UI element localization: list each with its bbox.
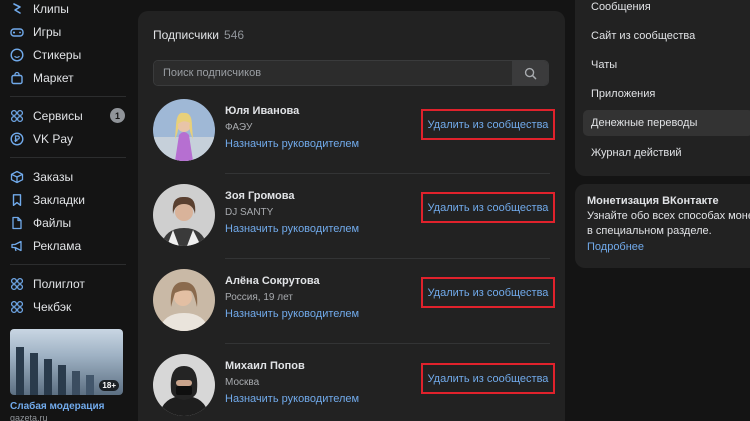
row-divider xyxy=(225,258,550,259)
sidebar-item-ads[interactable]: Реклама xyxy=(0,234,128,257)
subscriber-name[interactable]: Алёна Сокрутова xyxy=(225,275,320,287)
assign-manager-link[interactable]: Назначить руководителем xyxy=(225,393,359,405)
menu-item-community-site[interactable]: Сайт из сообщества xyxy=(583,23,750,49)
sidebar-item-label: Заказы xyxy=(33,169,74,184)
subscriber-subtitle: Москва xyxy=(225,377,260,388)
subscriber-subtitle: Россия, 19 лет xyxy=(225,292,293,303)
subscriber-row: Михаил Попов Москва Назначить руководите… xyxy=(153,354,555,421)
sidebar-item-vkpay[interactable]: VK Pay xyxy=(0,127,128,150)
subscriber-name[interactable]: Михаил Попов xyxy=(225,360,305,372)
sidebar-item-games[interactable]: Игры xyxy=(0,20,128,43)
sidebar-item-orders[interactable]: Заказы xyxy=(0,165,128,188)
remove-from-community-button[interactable]: Удалить из сообщества xyxy=(421,109,555,140)
avatar[interactable] xyxy=(153,269,215,331)
sidebar-divider xyxy=(10,96,126,97)
avatar[interactable] xyxy=(153,354,215,416)
sidebar-item-market[interactable]: Маркет xyxy=(0,66,128,89)
page-title: Подписчики xyxy=(153,28,220,42)
search-bar xyxy=(153,60,549,86)
promo-news-card[interactable]: 18+ Слабая модерация gazeta.ru xyxy=(10,329,123,421)
sidebar-item-files[interactable]: Файлы xyxy=(0,211,128,234)
bookmark-icon xyxy=(10,193,24,207)
search-button[interactable] xyxy=(512,61,548,85)
menu-item-messages[interactable]: Сообщения xyxy=(583,0,750,20)
monetization-info-card: Монетизация ВКонтакте Узнайте обо всех с… xyxy=(575,184,750,268)
row-divider xyxy=(225,173,550,174)
age-rating-badge: 18+ xyxy=(99,380,119,391)
monetization-text-line: Узнайте обо всех способах монет xyxy=(587,210,750,222)
subscribers-heading: Подписчики 546 xyxy=(153,28,244,42)
clips-icon xyxy=(10,2,24,16)
subscriber-row: Юля Иванова ФАЭУ Назначить руководителем… xyxy=(153,99,555,184)
gamepad-icon xyxy=(10,25,24,39)
avatar[interactable] xyxy=(153,99,215,161)
sidebar-item-bookmarks[interactable]: Закладки xyxy=(0,188,128,211)
sidebar-item-label: Файлы xyxy=(33,215,72,230)
menu-item-money-transfers[interactable]: Денежные переводы xyxy=(583,110,750,136)
sidebar-item-label: Реклама xyxy=(33,238,82,253)
monetization-text-line: в специальном разделе. xyxy=(587,225,712,237)
promo-image-server-room[interactable]: 18+ xyxy=(10,329,123,395)
subscriber-row: Зоя Громова DJ SANTY Назначить руководит… xyxy=(153,184,555,269)
sidebar-item-checkback[interactable]: Чекбэк xyxy=(0,295,128,318)
subscriber-subtitle: DJ SANTY xyxy=(225,207,274,218)
sidebar-item-label: VK Pay xyxy=(33,131,74,146)
menu-item-action-log[interactable]: Журнал действий xyxy=(583,140,750,166)
subscriber-name[interactable]: Зоя Громова xyxy=(225,190,295,202)
subscriber-subtitle: ФАЭУ xyxy=(225,122,253,133)
sidebar-item-stickers[interactable]: Стикеры xyxy=(0,43,128,66)
services-grid-icon xyxy=(10,109,24,123)
app-grid-icon xyxy=(10,277,24,291)
remove-from-community-button[interactable]: Удалить из сообщества xyxy=(421,192,555,223)
row-divider xyxy=(225,343,550,344)
assign-manager-link[interactable]: Назначить руководителем xyxy=(225,223,359,235)
sidebar-item-label: Чекбэк xyxy=(33,299,72,314)
community-settings-menu: Сообщения Сайт из сообщества Чаты Прилож… xyxy=(575,0,750,176)
left-sidebar: Клипы Игры Стикеры Маркет Сервисы 1 VK P… xyxy=(0,0,128,421)
box-icon xyxy=(10,170,24,184)
remove-from-community-button[interactable]: Удалить из сообщества xyxy=(421,363,555,394)
app-grid-icon xyxy=(10,300,24,314)
sidebar-item-services[interactable]: Сервисы 1 xyxy=(0,104,128,127)
search-icon xyxy=(524,67,537,79)
remove-from-community-button[interactable]: Удалить из сообщества xyxy=(421,277,555,308)
subscribers-count: 546 xyxy=(224,28,245,42)
subscriber-name[interactable]: Юля Иванова xyxy=(225,105,299,117)
avatar[interactable] xyxy=(153,184,215,246)
sidebar-item-label: Игры xyxy=(33,24,62,39)
sidebar-divider xyxy=(10,264,126,265)
promo-title[interactable]: Слабая модерация xyxy=(10,401,123,412)
file-icon xyxy=(10,216,24,230)
sticker-icon xyxy=(10,47,24,62)
sidebar-item-label: Закладки xyxy=(33,192,85,207)
search-input[interactable] xyxy=(154,61,512,85)
sidebar-item-label: Полиглот xyxy=(33,276,85,291)
menu-item-apps[interactable]: Приложения xyxy=(583,81,750,107)
sidebar-item-label: Сервисы xyxy=(33,108,83,123)
promo-source: gazeta.ru xyxy=(10,413,48,421)
market-bag-icon xyxy=(10,71,24,85)
subscriber-row: Алёна Сокрутова Россия, 19 лет Назначить… xyxy=(153,269,555,354)
sidebar-divider xyxy=(10,157,126,158)
subscribers-card: Подписчики 546 Юля Иванова ФАЭУ Назначить… xyxy=(138,11,565,421)
monetization-title: Монетизация ВКонтакте xyxy=(587,195,719,207)
sidebar-item-polyglot[interactable]: Полиглот xyxy=(0,272,128,295)
more-details-link[interactable]: Подробнее xyxy=(587,241,750,253)
sidebar-item-label: Стикеры xyxy=(33,47,82,62)
sidebar-item-clips[interactable]: Клипы xyxy=(0,0,128,20)
megaphone-icon xyxy=(10,239,24,253)
sidebar-item-label: Клипы xyxy=(33,1,69,16)
notification-badge: 1 xyxy=(110,108,125,123)
assign-manager-link[interactable]: Назначить руководителем xyxy=(225,138,359,150)
assign-manager-link[interactable]: Назначить руководителем xyxy=(225,308,359,320)
sidebar-item-label: Маркет xyxy=(33,70,74,85)
menu-item-chats[interactable]: Чаты xyxy=(583,52,750,78)
vkpay-icon xyxy=(10,131,24,146)
